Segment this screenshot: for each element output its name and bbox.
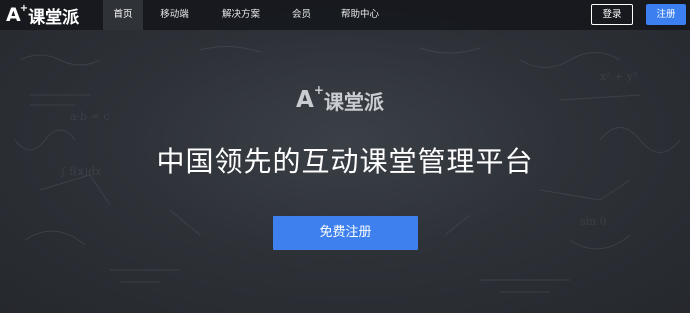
nav-item-help-center[interactable]: 帮助中心 [327, 0, 393, 30]
landing-page: ∫ f(x)dx x² + y² sin θ a·b = c A+ 课堂派 首页… [0, 0, 690, 313]
register-button[interactable]: 注册 [646, 4, 686, 25]
login-button[interactable]: 登录 [591, 4, 633, 25]
svg-text:a·b = c: a·b = c [70, 110, 109, 123]
brand-logo[interactable]: A+ 课堂派 [6, 2, 80, 28]
hero-logo: A+ 课堂派 [296, 83, 396, 114]
nav-item-mobile[interactable]: 移动端 [143, 0, 206, 30]
main-nav: 首页 移动端 解决方案 会员 帮助中心 [103, 0, 393, 30]
nav-item-solutions[interactable]: 解决方案 [206, 0, 276, 30]
logo-a-mark: A+ [6, 2, 29, 26]
logo-text: 课堂派 [28, 7, 80, 28]
svg-text:x² + y²: x² + y² [600, 70, 637, 83]
nav-item-home[interactable]: 首页 [103, 0, 143, 30]
hero-headline: 中国领先的互动课堂管理平台 [156, 145, 534, 178]
nav-item-membership[interactable]: 会员 [276, 0, 327, 30]
free-register-button[interactable]: 免费注册 [273, 216, 418, 250]
hero-logo-text: 课堂派 [323, 89, 384, 114]
top-navigation-bar: A+ 课堂派 首页 移动端 解决方案 会员 帮助中心 登录 注册 [0, 0, 690, 30]
svg-text:sin θ: sin θ [580, 215, 607, 228]
hero-logo-a-mark: A+ [296, 83, 324, 113]
